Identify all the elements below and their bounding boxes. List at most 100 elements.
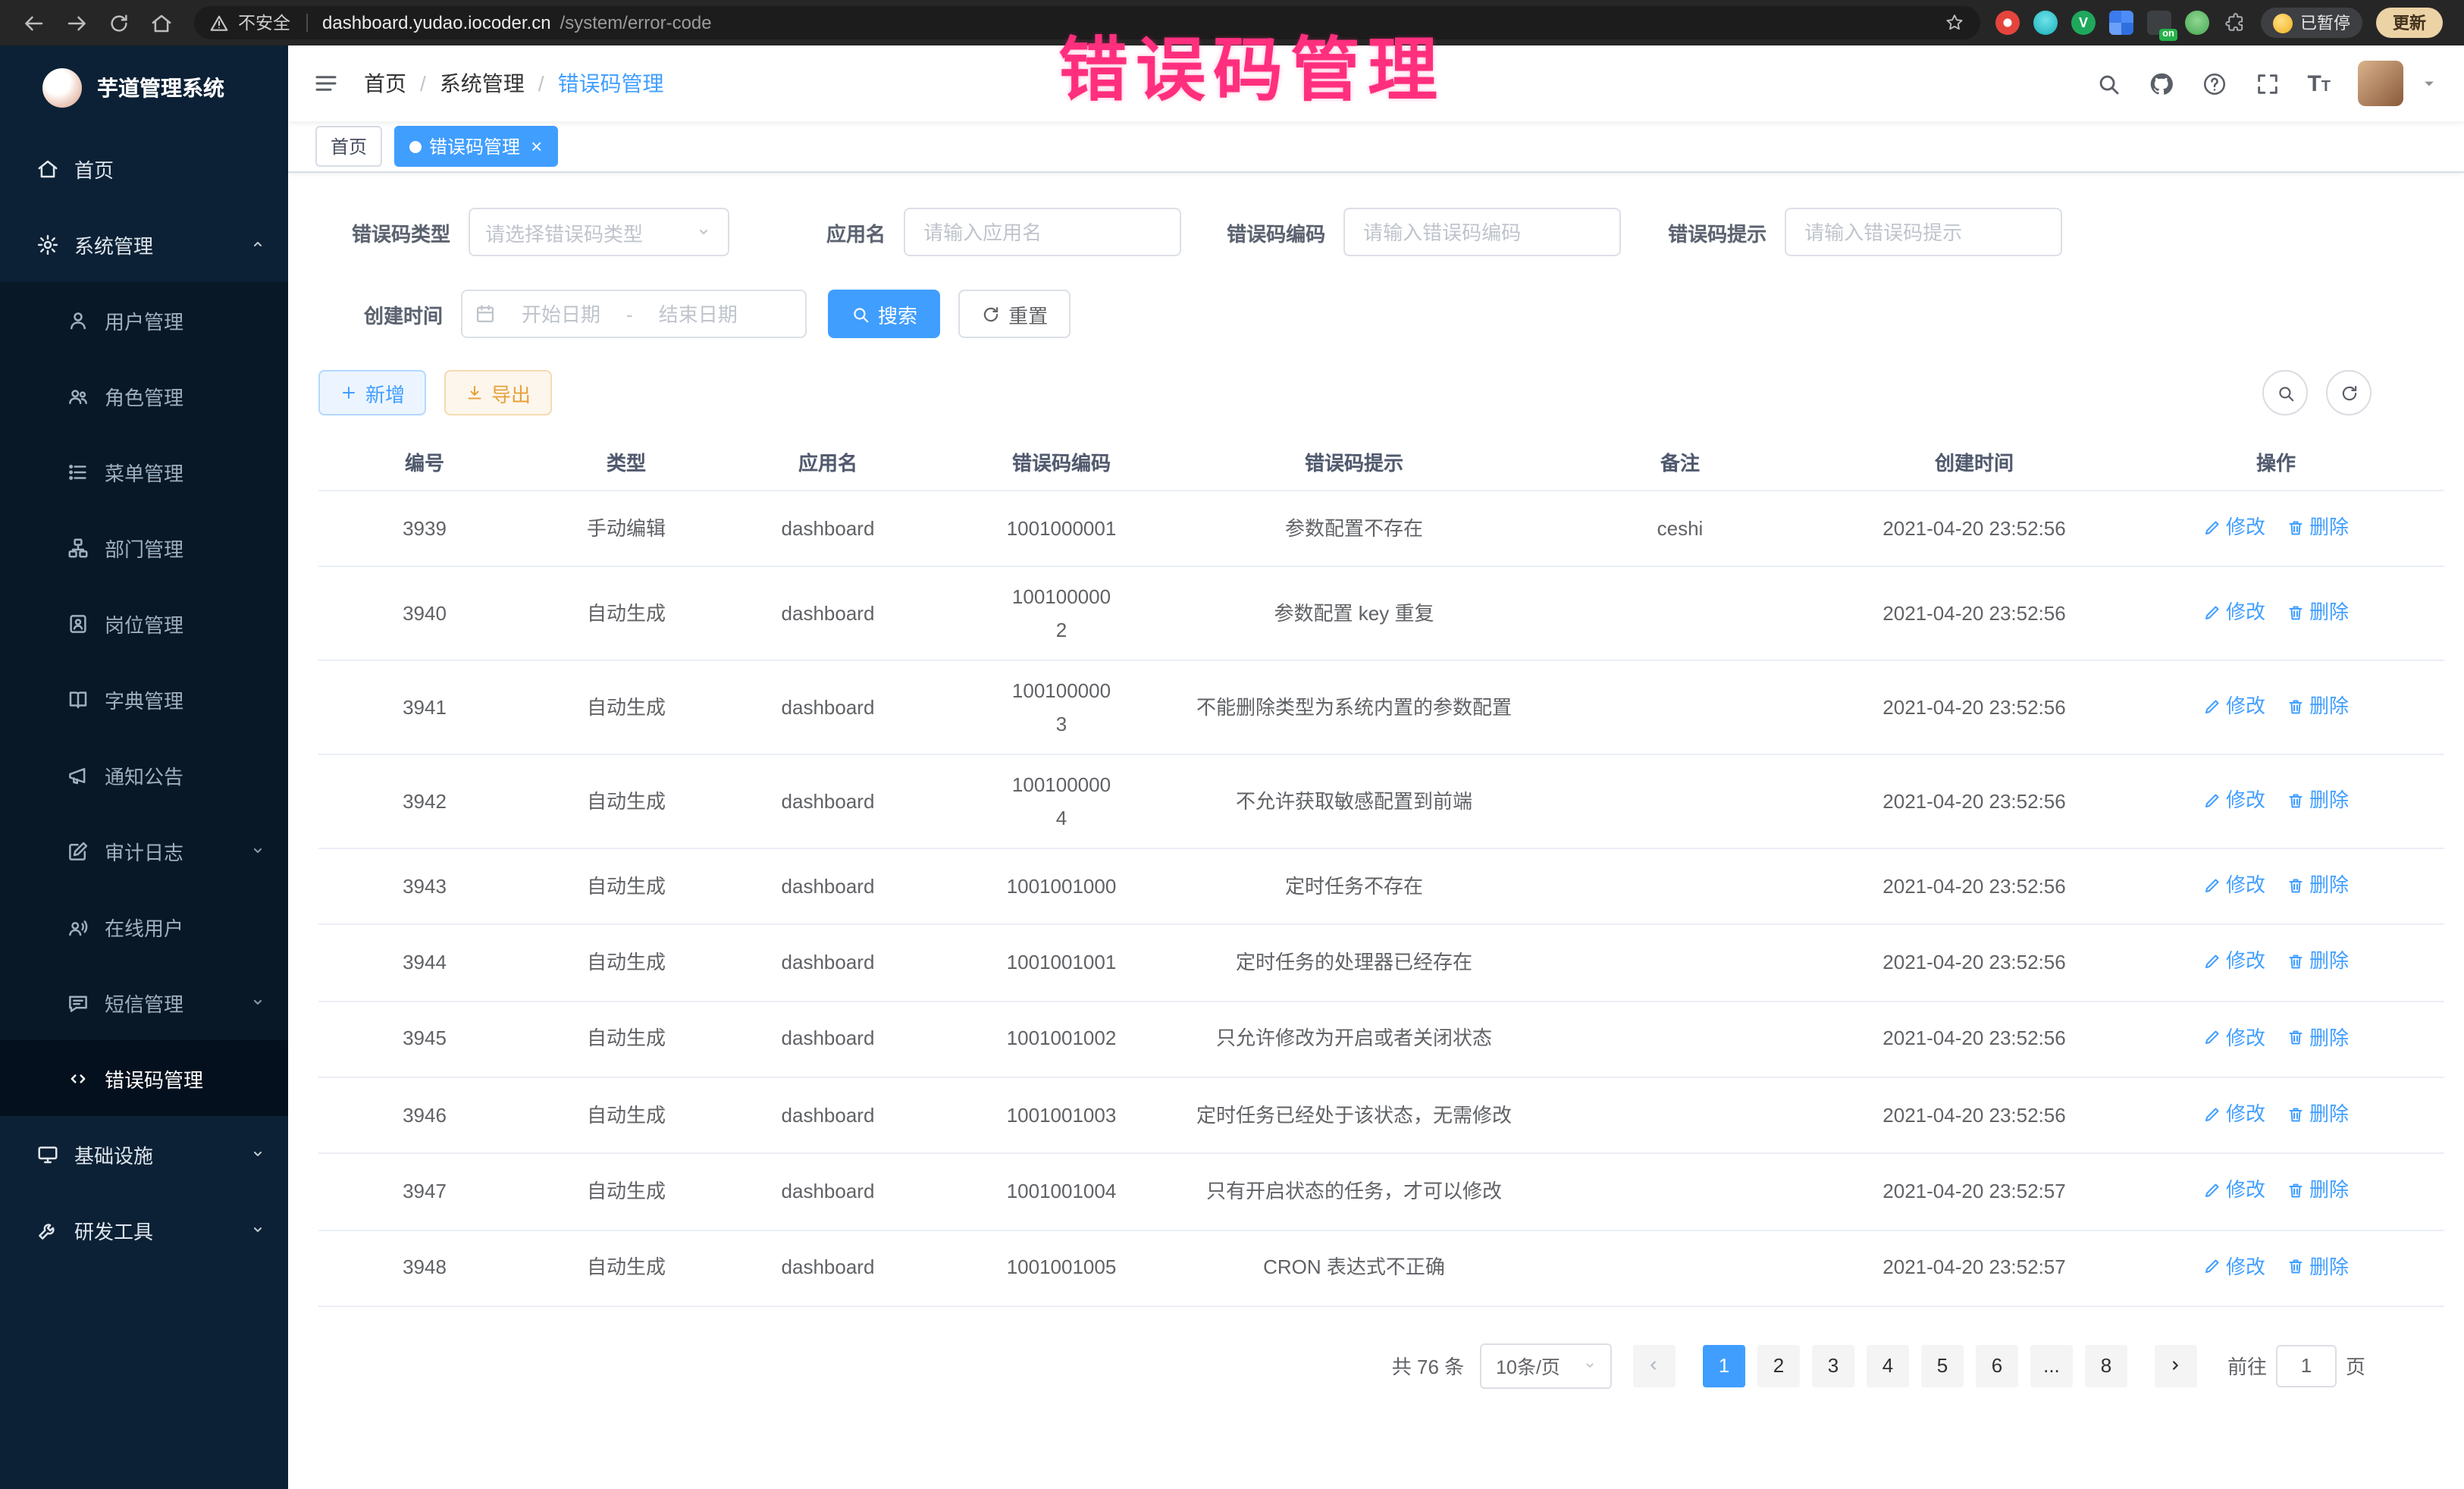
extension-icon-teal[interactable]	[2033, 11, 2058, 35]
extension-icon-green-v[interactable]	[2071, 11, 2096, 35]
page-button-2[interactable]: 2	[1757, 1345, 1800, 1387]
sidebar-item-14[interactable]: 研发工具	[0, 1192, 288, 1268]
browser-home-icon[interactable]	[143, 5, 179, 41]
delete-link[interactable]: 删除	[2287, 693, 2349, 719]
sidebar-item-3[interactable]: 角色管理	[0, 358, 288, 434]
sidebar-item-11[interactable]: 短信管理	[0, 964, 288, 1040]
app-name-input[interactable]	[904, 208, 1181, 256]
avatar[interactable]	[2358, 61, 2403, 106]
next-page-button[interactable]	[2155, 1345, 2197, 1387]
close-tab-icon[interactable]: ×	[531, 136, 542, 156]
github-icon[interactable]	[2148, 71, 2174, 96]
edit-link[interactable]: 修改	[2203, 599, 2265, 625]
search-icon	[2275, 383, 2295, 403]
browser-forward-icon[interactable]	[58, 5, 94, 41]
sidebar-item-9[interactable]: 审计日志	[0, 813, 288, 889]
export-button[interactable]: 导出	[444, 370, 552, 415]
delete-link[interactable]: 删除	[2287, 872, 2349, 898]
page-button-5[interactable]: 5	[1921, 1345, 1964, 1387]
add-button[interactable]: 新增	[318, 370, 426, 415]
page-ellipsis[interactable]: ...	[2030, 1345, 2073, 1387]
edit-link[interactable]: 修改	[2203, 1024, 2265, 1051]
fullscreen-icon[interactable]	[2254, 71, 2280, 96]
delete-link[interactable]: 删除	[2287, 1253, 2349, 1280]
sidebar-item-10[interactable]: 在线用户	[0, 889, 288, 964]
page-button-3[interactable]: 3	[1812, 1345, 1854, 1387]
extension-icon-on-badge[interactable]	[2147, 11, 2171, 35]
reset-button[interactable]: 重置	[958, 290, 1071, 338]
page-size-select[interactable]: 10条/页	[1479, 1343, 1612, 1389]
refresh-table-button[interactable]	[2326, 370, 2372, 415]
cell-code: 1001001000	[934, 848, 1189, 925]
sidebar-item-12[interactable]: 错误码管理	[0, 1040, 288, 1116]
cell-remark	[1519, 925, 1841, 1002]
edit-link[interactable]: 修改	[2203, 1101, 2265, 1127]
error-type-select[interactable]: 请选择错误码类型	[469, 208, 729, 256]
extensions-puzzle-icon[interactable]	[2223, 11, 2247, 35]
edit-link[interactable]: 修改	[2203, 1253, 2265, 1280]
cell-id: 3944	[318, 925, 531, 1002]
extension-icon-blue-grid[interactable]	[2109, 11, 2133, 35]
page-button-4[interactable]: 4	[1867, 1345, 1909, 1387]
extension-icon-red[interactable]	[1995, 11, 2020, 35]
tree-icon	[67, 536, 89, 559]
sidebar-item-1[interactable]: 系统管理	[0, 206, 288, 282]
delete-link[interactable]: 删除	[2287, 599, 2349, 625]
tab-error-code[interactable]: 错误码管理 ×	[394, 126, 557, 167]
chevron-down-icon[interactable]	[2419, 73, 2440, 94]
cell-remark	[1519, 567, 1841, 661]
sidebar-item-5[interactable]: 部门管理	[0, 509, 288, 585]
range-separator: -	[626, 303, 633, 325]
help-icon[interactable]	[2201, 71, 2227, 96]
delete-link[interactable]: 删除	[2287, 1177, 2349, 1203]
table-row: 3943自动生成dashboard1001001000定时任务不存在2021-0…	[318, 848, 2444, 925]
sidebar-item-4[interactable]: 菜单管理	[0, 434, 288, 509]
browser-back-icon[interactable]	[15, 5, 52, 41]
sidebar-toggle-icon[interactable]	[312, 70, 340, 97]
font-size-icon[interactable]: TT	[2307, 72, 2331, 95]
chevron-down-icon	[249, 1145, 267, 1163]
delete-link[interactable]: 删除	[2287, 948, 2349, 975]
error-hint-input[interactable]	[1785, 208, 2062, 256]
error-code-input[interactable]	[1343, 208, 1621, 256]
extension-icon-green-paw[interactable]	[2185, 11, 2209, 35]
search-button[interactable]: 搜索	[828, 290, 940, 338]
page-button-6[interactable]: 6	[1976, 1345, 2018, 1387]
page-button-8[interactable]: 8	[2085, 1345, 2127, 1387]
edit-link[interactable]: 修改	[2203, 514, 2265, 541]
page-button-1[interactable]: 1	[1703, 1345, 1745, 1387]
delete-link[interactable]: 删除	[2287, 1101, 2349, 1127]
prev-page-button[interactable]	[1633, 1345, 1676, 1387]
tab-home[interactable]: 首页	[315, 126, 382, 167]
app-logo[interactable]: 芋道管理系统	[0, 45, 288, 130]
search-icon[interactable]	[2095, 71, 2121, 96]
sidebar-item-13[interactable]: 基础设施	[0, 1116, 288, 1192]
breadcrumb-system[interactable]: 系统管理	[440, 68, 525, 99]
delete-link[interactable]: 删除	[2287, 787, 2349, 813]
browser-reload-icon[interactable]	[100, 5, 136, 41]
edit-link[interactable]: 修改	[2203, 948, 2265, 975]
end-date-input[interactable]	[639, 301, 757, 327]
sidebar-item-7[interactable]: 字典管理	[0, 661, 288, 737]
cell-hint: 定时任务已经处于该状态，无需修改	[1189, 1077, 1519, 1154]
paused-extension-chip[interactable]: 已暂停	[2261, 8, 2362, 38]
show-search-button[interactable]	[2262, 370, 2308, 415]
edit-link[interactable]: 修改	[2203, 693, 2265, 719]
infra-icon	[36, 1143, 59, 1165]
edit-link[interactable]: 修改	[2203, 787, 2265, 813]
sidebar-item-6[interactable]: 岗位管理	[0, 585, 288, 661]
breadcrumb-home[interactable]: 首页	[364, 68, 406, 99]
date-range-picker[interactable]: -	[461, 290, 807, 338]
edit-link[interactable]: 修改	[2203, 872, 2265, 898]
delete-link[interactable]: 删除	[2287, 1024, 2349, 1051]
browser-update-button[interactable]: 更新	[2376, 8, 2443, 38]
sidebar-item-2[interactable]: 用户管理	[0, 282, 288, 358]
start-date-input[interactable]	[502, 301, 620, 327]
goto-page-input[interactable]	[2276, 1345, 2337, 1387]
bookmark-star-icon[interactable]	[1944, 12, 1965, 33]
delete-link[interactable]: 删除	[2287, 514, 2349, 541]
edit-link[interactable]: 修改	[2203, 1177, 2265, 1203]
sidebar-item-8[interactable]: 通知公告	[0, 737, 288, 813]
sidebar-item-0[interactable]: 首页	[0, 130, 288, 206]
cell-remark	[1519, 848, 1841, 925]
